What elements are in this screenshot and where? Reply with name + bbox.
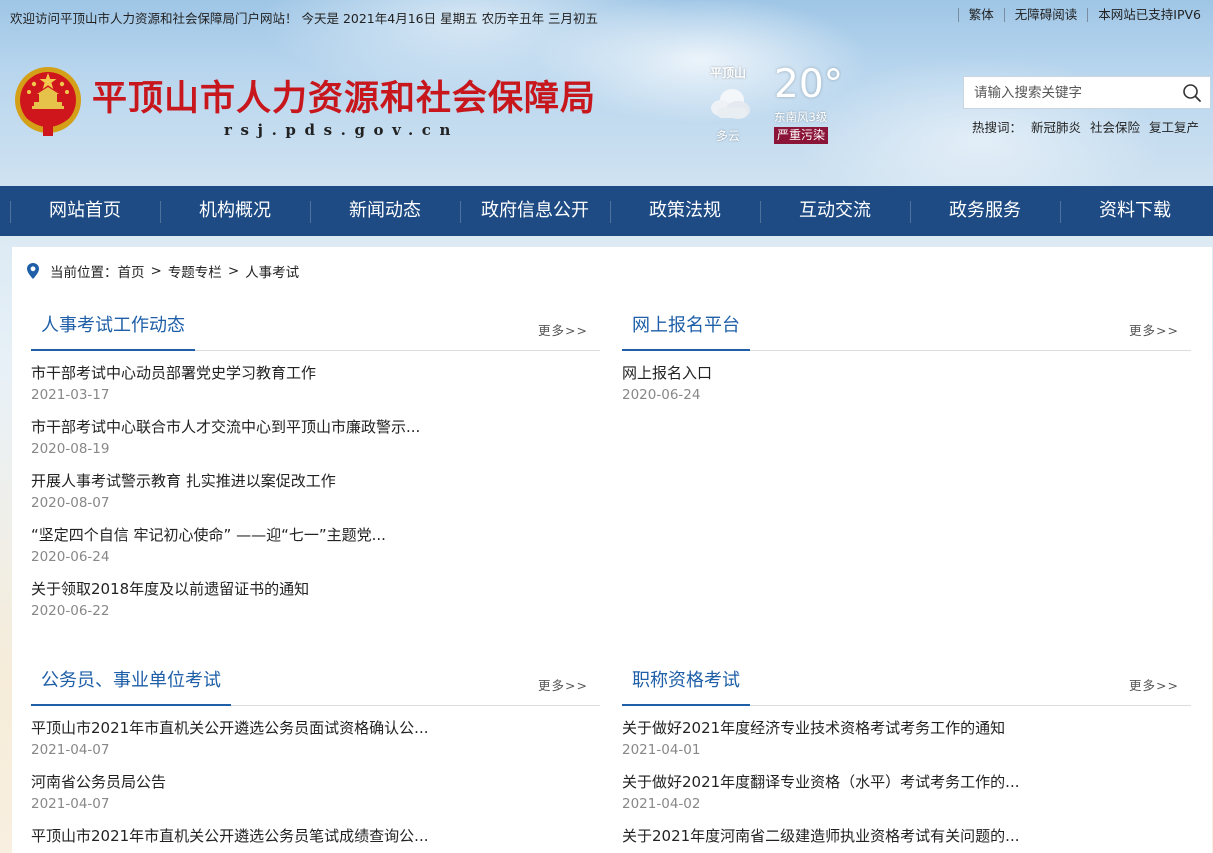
item-date: 2021-04-02	[622, 796, 701, 812]
nav-item-downloads[interactable]: 资料下载	[1060, 186, 1210, 236]
section-title-qualification-exams: 职称资格考试 更多>> 关于做好2021年度经济专业技术资格考试考务工作的通知 …	[622, 663, 1191, 847]
search-input[interactable]	[964, 77, 1174, 108]
more-link[interactable]: 更多>>	[538, 675, 588, 694]
item-title-link[interactable]: 市干部考试中心动员部署党史学习教育工作	[31, 362, 600, 384]
more-link[interactable]: 更多>>	[1129, 320, 1179, 339]
more-link[interactable]: 更多>>	[1129, 675, 1179, 694]
item-title-link[interactable]: 关于2021年度河南省二级建造师执业资格考试有关问题的...	[622, 825, 1191, 847]
news-list: 网上报名入口 2020-06-24	[622, 351, 1191, 406]
weather-temperature: 20°	[774, 62, 844, 107]
section-header: 职称资格考试 更多>>	[622, 663, 1191, 706]
breadcrumb-label: 当前位置：	[50, 265, 118, 281]
main-content: 当前位置： 首页 > 专题专栏 > 人事考试 人事考试工作动态 更多>> 市干部…	[12, 247, 1212, 853]
section-title: 公务员、事业单位考试	[31, 663, 231, 706]
breadcrumb-separator: >	[150, 263, 162, 279]
nav-item-interaction[interactable]: 互动交流	[760, 186, 910, 236]
hot-search: 热搜词： 新冠肺炎 社会保险 复工复产	[972, 117, 1199, 136]
weather-condition: 多云	[716, 129, 741, 143]
weather-city: 平顶山	[710, 66, 747, 80]
section-title: 人事考试工作动态	[31, 308, 195, 351]
section-header: 人事考试工作动态 更多>>	[31, 308, 600, 351]
nav-item-news[interactable]: 新闻动态	[310, 186, 460, 236]
list-item: 开展人事考试警示教育 扎实推进以案促改工作 2020-08-07	[31, 470, 600, 514]
site-domain: rsj.pds.gov.cn	[224, 121, 460, 139]
item-date: 2021-04-07	[31, 796, 110, 812]
section-title: 网上报名平台	[622, 308, 750, 351]
breadcrumb-topics[interactable]: 专题专栏	[168, 261, 222, 281]
list-item: 市干部考试中心动员部署党史学习教育工作 2021-03-17	[31, 362, 600, 406]
item-title-link[interactable]: 河南省公务员局公告	[31, 771, 600, 793]
location-pin-icon	[27, 263, 39, 279]
traditional-chinese-link[interactable]: 繁体	[957, 8, 1004, 22]
news-list: 市干部考试中心动员部署党史学习教育工作 2021-03-17 市干部考试中心联合…	[31, 351, 600, 622]
breadcrumb: 当前位置： 首页 > 专题专栏 > 人事考试	[26, 261, 299, 281]
item-date: 2020-08-07	[31, 495, 110, 511]
news-list: 平顶山市2021年市直机关公开遴选公务员面试资格确认公... 2021-04-0…	[31, 706, 600, 847]
section-online-registration: 网上报名平台 更多>> 网上报名入口 2020-06-24	[622, 308, 1191, 406]
nav-item-policy[interactable]: 政策法规	[610, 186, 760, 236]
section-exam-news: 人事考试工作动态 更多>> 市干部考试中心动员部署党史学习教育工作 2021-0…	[31, 308, 600, 622]
list-item: 平顶山市2021年市直机关公开遴选公务员面试资格确认公... 2021-04-0…	[31, 717, 600, 761]
list-item: 网上报名入口 2020-06-24	[622, 362, 1191, 406]
hot-word-link[interactable]: 新冠肺炎	[1031, 117, 1081, 136]
nav-item-gov-info[interactable]: 政府信息公开	[460, 186, 610, 236]
item-date: 2020-06-24	[31, 549, 110, 565]
item-date: 2021-03-17	[31, 387, 110, 403]
list-item: 河南省公务员局公告 2021-04-07	[31, 771, 600, 815]
section-header: 公务员、事业单位考试 更多>>	[31, 663, 600, 706]
breadcrumb-home[interactable]: 首页	[118, 261, 145, 281]
nav-item-home[interactable]: 网站首页	[10, 186, 160, 236]
section-title: 职称资格考试	[622, 663, 750, 706]
welcome-text: 欢迎访问平顶山市人力资源和社会保障局门户网站！ 今天是 2021年4月16日 星…	[10, 11, 599, 26]
hot-word-link[interactable]: 社会保险	[1090, 117, 1140, 136]
hot-search-label: 热搜词：	[972, 120, 1023, 135]
item-title-link[interactable]: 平顶山市2021年市直机关公开遴选公务员面试资格确认公...	[31, 717, 600, 739]
list-item: “坚定四个自信 牢记初心使命” ——迎“七一”主题党... 2020-06-24	[31, 524, 600, 568]
section-civil-service-exams: 公务员、事业单位考试 更多>> 平顶山市2021年市直机关公开遴选公务员面试资格…	[31, 663, 600, 847]
top-links: 繁体 无障碍阅读 本网站已支持IPV6	[957, 8, 1201, 22]
search-icon[interactable]	[1182, 83, 1202, 103]
item-date: 2020-06-24	[622, 387, 701, 403]
item-title-link[interactable]: 市干部考试中心联合市人才交流中心到平顶山市廉政警示...	[31, 416, 600, 438]
item-date: 2020-08-19	[31, 441, 110, 457]
list-item: 关于领取2018年度及以前遗留证书的通知 2020-06-22	[31, 578, 600, 622]
item-date: 2020-06-22	[31, 603, 110, 619]
accessibility-link[interactable]: 无障碍阅读	[1003, 8, 1088, 22]
national-emblem-icon	[15, 67, 81, 136]
news-list: 关于做好2021年度经济专业技术资格考试考务工作的通知 2021-04-01 关…	[622, 706, 1191, 847]
list-item: 关于做好2021年度翻译专业资格（水平）考试考务工作的... 2021-04-0…	[622, 771, 1191, 815]
item-title-link[interactable]: “坚定四个自信 牢记初心使命” ——迎“七一”主题党...	[31, 524, 600, 546]
header-banner: 欢迎访问平顶山市人力资源和社会保障局门户网站！ 今天是 2021年4月16日 星…	[0, 0, 1213, 186]
item-title-link[interactable]: 开展人事考试警示教育 扎实推进以案促改工作	[31, 470, 600, 492]
search-box	[963, 76, 1211, 109]
item-title-link[interactable]: 关于做好2021年度经济专业技术资格考试考务工作的通知	[622, 717, 1191, 739]
list-item: 市干部考试中心联合市人才交流中心到平顶山市廉政警示... 2020-08-19	[31, 416, 600, 460]
list-item: 平顶山市2021年市直机关公开遴选公务员笔试成绩查询公...	[31, 825, 600, 847]
nav-item-services[interactable]: 政务服务	[910, 186, 1060, 236]
breadcrumb-separator: >	[227, 263, 240, 279]
air-quality-badge: 严重污染	[774, 127, 829, 144]
item-title-link[interactable]: 关于做好2021年度翻译专业资格（水平）考试考务工作的...	[622, 771, 1191, 793]
item-title-link[interactable]: 平顶山市2021年市直机关公开遴选公务员笔试成绩查询公...	[31, 825, 600, 847]
main-nav: 网站首页 机构概况 新闻动态 政府信息公开 政策法规 互动交流 政务服务 资料下…	[0, 186, 1213, 236]
site-title[interactable]: 平顶山市人力资源和社会保障局	[92, 70, 596, 121]
item-title-link[interactable]: 关于领取2018年度及以前遗留证书的通知	[31, 578, 600, 600]
more-link[interactable]: 更多>>	[538, 320, 588, 339]
section-header: 网上报名平台 更多>>	[622, 308, 1191, 351]
list-item: 关于2021年度河南省二级建造师执业资格考试有关问题的...	[622, 825, 1191, 847]
item-date: 2021-04-07	[31, 742, 110, 758]
top-bar: 欢迎访问平顶山市人力资源和社会保障局门户网站！ 今天是 2021年4月16日 星…	[0, 0, 1213, 32]
list-item: 关于做好2021年度经济专业技术资格考试考务工作的通知 2021-04-01	[622, 717, 1191, 761]
breadcrumb-current: 人事考试	[245, 265, 300, 281]
nav-item-organization[interactable]: 机构概况	[160, 186, 310, 236]
cloud-icon	[711, 89, 750, 119]
ipv6-notice: 本网站已支持IPV6	[1087, 8, 1201, 22]
weather-wind: 东南风3级	[774, 110, 828, 124]
item-title-link[interactable]: 网上报名入口	[622, 362, 1191, 384]
hot-word-link[interactable]: 复工复产	[1149, 117, 1199, 136]
item-date: 2021-04-01	[622, 742, 701, 758]
